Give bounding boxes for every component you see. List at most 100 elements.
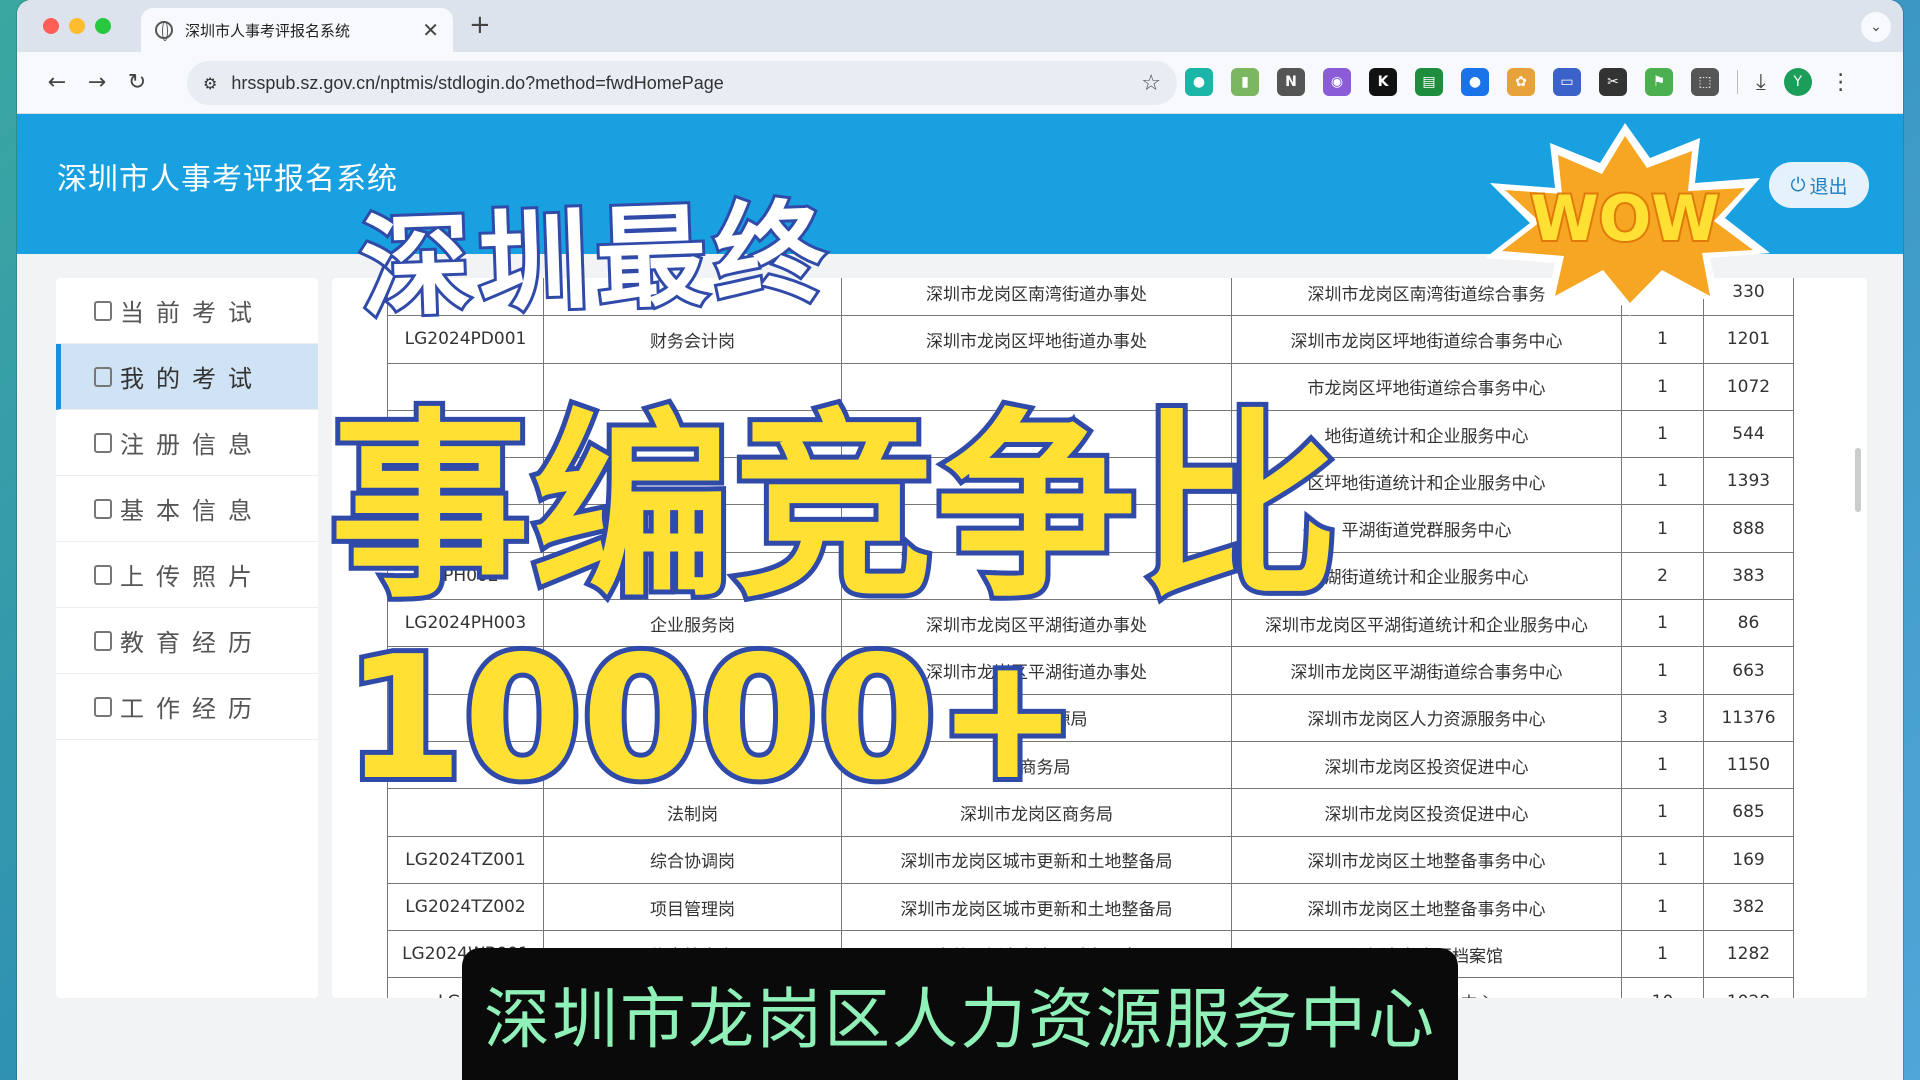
table-cell: 383 [1703, 551, 1794, 601]
sidebar-item-label: 上传照片 [120, 563, 264, 591]
tab-search-button[interactable]: ⌄ [1861, 12, 1891, 42]
wow-sticker: WOW [1485, 123, 1770, 316]
table-cell: 1 [1621, 930, 1704, 979]
scrollbar[interactable] [1855, 448, 1861, 512]
table-cell: 382 [1703, 882, 1794, 932]
overlay-title-line2: 事编竞争比 [325, 387, 1343, 630]
sidebar-item-2[interactable]: 注册信息 [56, 410, 318, 476]
table-cell: 深圳市龙岗区土地整备事务中心 [1231, 882, 1622, 932]
table-cell: 深圳市龙岗区城市更新和土地整备局 [841, 835, 1232, 884]
table-cell: 1201 [1703, 315, 1794, 364]
back-button[interactable]: ← [37, 70, 77, 95]
table-cell: 深圳市龙岗区投资促进中心 [1231, 788, 1622, 837]
table-cell: 888 [1703, 504, 1794, 553]
logout-button[interactable]: ⏻ 退出 [1769, 162, 1869, 208]
wow-text: WOW [1530, 182, 1719, 255]
ext-9-icon[interactable]: ▭ [1553, 68, 1581, 96]
ext-4-icon[interactable]: ◉ [1323, 68, 1351, 96]
sidebar-item-label: 注册信息 [120, 431, 264, 459]
table-cell: 1 [1621, 315, 1704, 364]
table-cell: 深圳市龙岗区投资促进中心 [1231, 740, 1622, 790]
ext-3-icon[interactable]: N [1277, 68, 1305, 96]
ext-5-icon[interactable]: K [1369, 68, 1397, 96]
ext-11-icon[interactable]: ⚑ [1645, 68, 1673, 96]
table-cell: 1 [1621, 409, 1704, 459]
active-tab[interactable]: 深圳市人事考评报名系统 ✕ [141, 8, 453, 52]
ext-6-icon[interactable]: ▤ [1415, 68, 1443, 96]
ext-12-icon[interactable]: ⬚ [1691, 68, 1719, 96]
logout-label: 退出 [1809, 175, 1848, 198]
table-cell: 169 [1703, 835, 1794, 884]
table-cell: 深圳市龙岗区城市更新和土地整备局 [841, 882, 1232, 932]
globe-icon [155, 21, 173, 41]
new-tab-button[interactable]: + [469, 10, 491, 40]
table-cell: 综合协调岗 [543, 835, 842, 884]
sidebar-item-3[interactable]: 基本信息 [56, 476, 318, 542]
site-info-icon[interactable]: ⚙ [203, 74, 217, 93]
url-text[interactable]: hrsspub.sz.gov.cn/nptmis/stdlogin.do?met… [231, 73, 1141, 94]
table-cell: 1 [1621, 740, 1704, 790]
address-bar[interactable]: ⚙ hrsspub.sz.gov.cn/nptmis/stdlogin.do?m… [187, 61, 1177, 105]
table-cell: 深圳市龙岗区平湖街道综合事务中心 [1231, 646, 1622, 695]
caption-bar: 深圳市龙岗区人力资源服务中心 [462, 948, 1458, 1080]
caption-text: 深圳市龙岗区人力资源服务中心 [484, 981, 1436, 1058]
menu-icon[interactable]: ⋮ [1830, 70, 1852, 95]
table-cell: 685 [1703, 788, 1794, 837]
forward-button[interactable]: → [77, 70, 117, 95]
sidebar-item-label: 教育经历 [120, 629, 264, 657]
table-cell: 1150 [1703, 740, 1794, 790]
tab-close-icon[interactable]: ✕ [422, 18, 439, 42]
bookmark-star-icon[interactable]: ☆ [1141, 71, 1161, 96]
download-icon[interactable]: ⤓ [1756, 70, 1766, 95]
table-cell: 663 [1703, 646, 1794, 695]
browser-toolbar: ← → ↻ ⚙ hrsspub.sz.gov.cn/nptmis/stdlogi… [17, 52, 1903, 114]
table-cell: 1 [1621, 788, 1704, 837]
sidebar-item-icon [94, 696, 112, 717]
sidebar-item-label: 我的考试 [120, 365, 264, 393]
sidebar-item-label: 当前考试 [120, 299, 264, 327]
sidebar-item-0[interactable]: 当前考试 [56, 278, 318, 344]
table-cell: 1 [1621, 504, 1704, 553]
reload-button[interactable]: ↻ [117, 70, 157, 95]
table-cell: 深圳市龙岗区土地整备事务中心 [1231, 835, 1622, 884]
ext-7-icon[interactable]: ● [1461, 68, 1489, 96]
ext-2-icon[interactable]: ▮ [1231, 68, 1259, 96]
sidebar-item-icon [94, 366, 112, 387]
close-window-button[interactable] [43, 18, 59, 34]
sidebar-item-icon [94, 432, 112, 453]
table-cell: 544 [1703, 409, 1794, 459]
maximize-window-button[interactable] [95, 18, 111, 34]
table-cell: 1 [1621, 882, 1704, 932]
extensions-area: ● ▮ N ◉ K ▤ ● ✿ ▭ ✂ ⚑ ⬚ ⤓ Y ⋮ [1185, 68, 1852, 96]
sidebar-item-icon [94, 498, 112, 519]
table-cell: 2 [1621, 551, 1704, 601]
sidebar-item-1[interactable]: 我的考试 [56, 344, 318, 410]
table-cell: 3 [1621, 693, 1704, 742]
ext-10-icon[interactable]: ✂ [1599, 68, 1627, 96]
site-title: 深圳市人事考评报名系统 [57, 162, 398, 197]
sidebar-item-icon [94, 564, 112, 585]
sidebar-item-4[interactable]: 上传照片 [56, 542, 318, 608]
window-controls [43, 18, 111, 34]
sidebar-item-label: 工作经历 [120, 695, 264, 723]
table-cell: 86 [1703, 599, 1794, 648]
table-cell: LG2024TZ001 [387, 835, 544, 884]
sidebar-item-label: 基本信息 [120, 497, 264, 525]
overlay-title-line3: 10000+ [340, 615, 1084, 823]
table-cell: 1 [1621, 457, 1704, 506]
table-cell: LG2024TZ002 [387, 882, 544, 932]
minimize-window-button[interactable] [69, 18, 85, 34]
power-icon: ⏻ [1790, 174, 1806, 196]
table-cell: 深圳市龙岗区南湾街道办事处 [841, 278, 1232, 317]
ext-8-icon[interactable]: ✿ [1507, 68, 1535, 96]
table-cell: 1 [1621, 646, 1704, 695]
table-cell: 深圳市龙岗区人力资源服务中心 [1231, 693, 1622, 742]
tab-bar: 深圳市人事考评报名系统 ✕ + ⌄ [17, 0, 1903, 52]
avatar[interactable]: Y [1783, 68, 1812, 96]
ext-1-icon[interactable]: ● [1185, 68, 1213, 96]
sidebar: 当前考试我的考试注册信息基本信息上传照片教育经历工作经历 [56, 278, 318, 998]
sidebar-item-6[interactable]: 工作经历 [56, 674, 318, 740]
sidebar-item-5[interactable]: 教育经历 [56, 608, 318, 674]
table-cell: 1 [1621, 599, 1704, 648]
sidebar-item-icon [94, 300, 112, 321]
